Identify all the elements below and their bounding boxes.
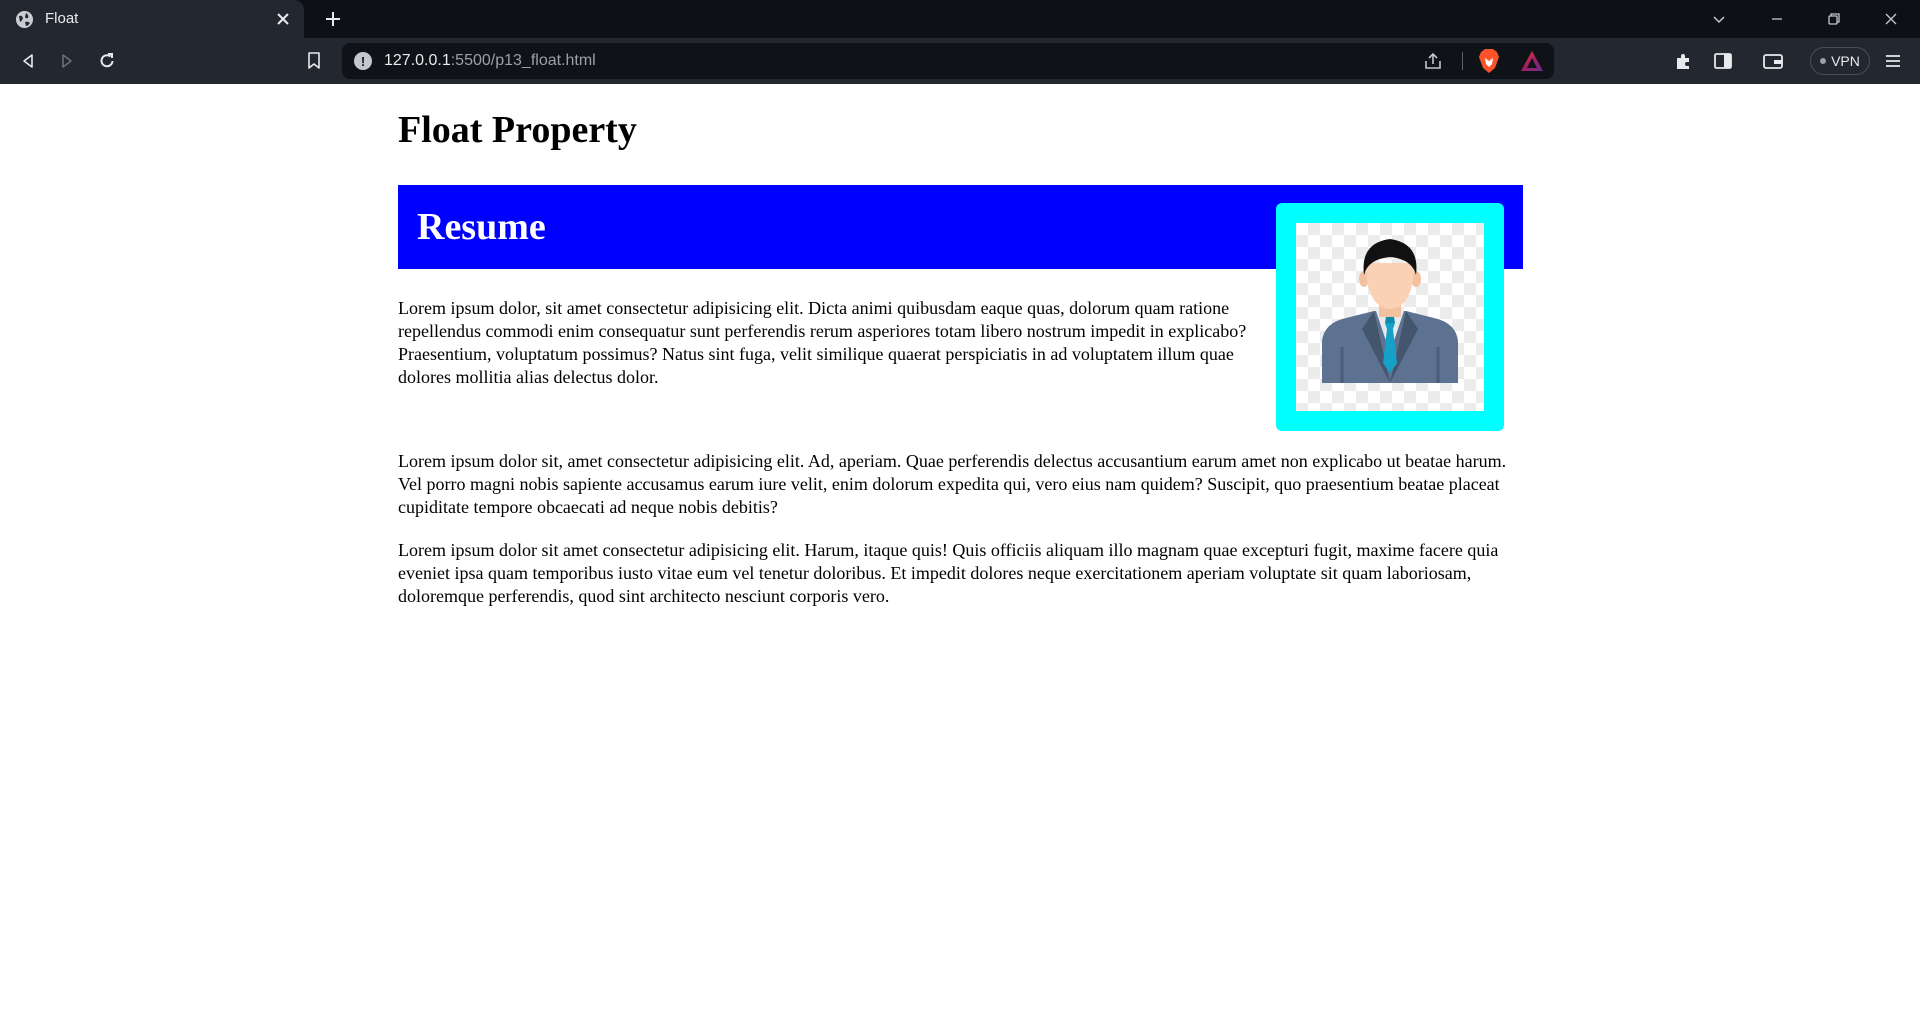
puzzle-icon[interactable] <box>1670 48 1696 74</box>
page-viewport: Float Property Resume Lorem ipsum dolor,… <box>0 84 1920 1020</box>
share-icon[interactable] <box>1422 50 1444 72</box>
hamburger-menu-icon[interactable] <box>1880 48 1906 74</box>
resume-heading: Resume <box>417 206 546 248</box>
restore-icon[interactable] <box>1821 6 1847 32</box>
close-window-icon[interactable] <box>1878 6 1904 32</box>
page-title: Float Property <box>398 109 637 151</box>
bookmark-icon[interactable] <box>301 48 327 74</box>
vpn-button[interactable]: VPN <box>1810 47 1870 75</box>
tab-title: Float <box>45 10 79 27</box>
paragraph-1: Lorem ipsum dolor, sit amet consectetur … <box>398 298 1247 387</box>
vpn-status-dot <box>1820 58 1827 64</box>
url-text[interactable]: 127.0.0.1:5500/p13_float.html <box>384 52 596 70</box>
browser-toolbar: ! 127.0.0.1:5500/p13_float.html VPN <box>0 38 1920 84</box>
wallet-icon[interactable] <box>1760 48 1786 74</box>
address-bar[interactable]: ! 127.0.0.1:5500/p13_float.html <box>342 43 1554 79</box>
info-icon[interactable]: ! <box>354 52 372 70</box>
sidebar-icon[interactable] <box>1710 48 1736 74</box>
address-bar-divider <box>1462 52 1463 70</box>
paragraph-2: Lorem ipsum dolor sit, amet consectetur … <box>398 451 1507 517</box>
back-icon[interactable] <box>15 48 41 74</box>
vpn-label: VPN <box>1831 53 1860 69</box>
businessman-avatar-icon <box>1322 239 1458 383</box>
plus-icon[interactable] <box>320 6 346 32</box>
close-icon[interactable] <box>272 8 294 30</box>
browser-tab-active[interactable]: Float <box>0 0 304 38</box>
minimize-icon[interactable] <box>1764 6 1790 32</box>
rewards-triangle-icon[interactable] <box>1520 50 1544 72</box>
avatar <box>1296 223 1484 411</box>
brave-lion-icon[interactable] <box>1477 48 1501 74</box>
tab-strip: Float <box>0 0 1920 38</box>
profile-photo-frame <box>1276 203 1504 431</box>
chevron-down-icon[interactable] <box>1706 6 1732 32</box>
reload-icon[interactable] <box>94 48 120 74</box>
paragraph-3: Lorem ipsum dolor sit amet consectetur a… <box>398 540 1499 606</box>
globe-icon <box>16 11 33 28</box>
forward-icon[interactable] <box>54 48 80 74</box>
